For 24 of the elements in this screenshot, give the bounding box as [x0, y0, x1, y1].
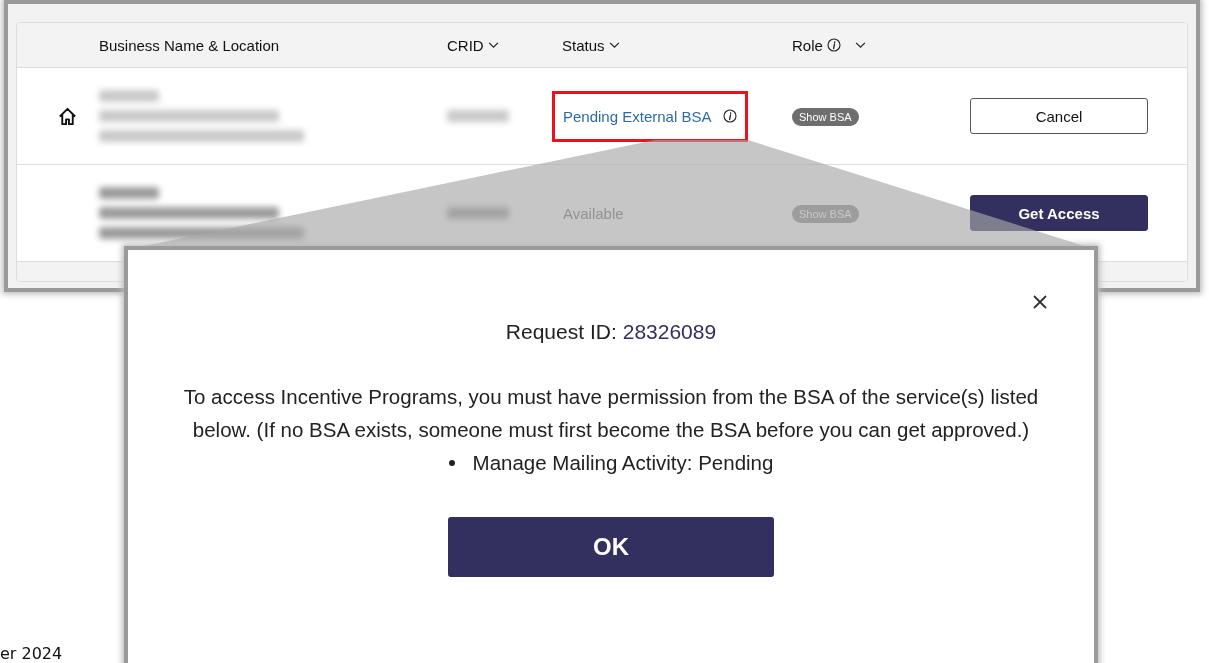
blurred-text [99, 90, 159, 102]
blurred-text [447, 207, 509, 219]
caret-icon[interactable] [608, 41, 620, 49]
info-icon[interactable] [723, 109, 738, 123]
blurred-text [99, 187, 159, 199]
request-id: 28326089 [622, 320, 717, 344]
caret-icon[interactable] [487, 41, 499, 49]
ok-button[interactable]: OK [448, 517, 774, 577]
list-item: Manage Mailing Activity: Pending [472, 450, 774, 476]
column-header[interactable]: Role [792, 36, 823, 54]
caret-icon[interactable] [854, 41, 866, 49]
dialog-message: To access Incentive Programs, you must have permission from the BSA of the service(s) listed below. (If no BSA exists, someone must first become the BSA before you can get approved.) [182, 384, 1040, 443]
show-bsa-button[interactable]: Show BSA [792, 107, 859, 126]
bullet-icon [448, 459, 455, 466]
dialog-title: Request ID: [505, 320, 617, 344]
info-icon[interactable] [826, 38, 841, 52]
footer-text: er 2024 [0, 645, 63, 663]
action-button[interactable]: Cancel [970, 98, 1148, 134]
column-header: Business Name & Location [99, 36, 280, 54]
blurred-text [447, 110, 509, 122]
column-header[interactable]: CRID [447, 36, 484, 54]
column-header[interactable]: Status [562, 36, 605, 54]
status-text[interactable]: Pending External BSA [563, 107, 712, 125]
close-icon[interactable] [1032, 294, 1048, 310]
